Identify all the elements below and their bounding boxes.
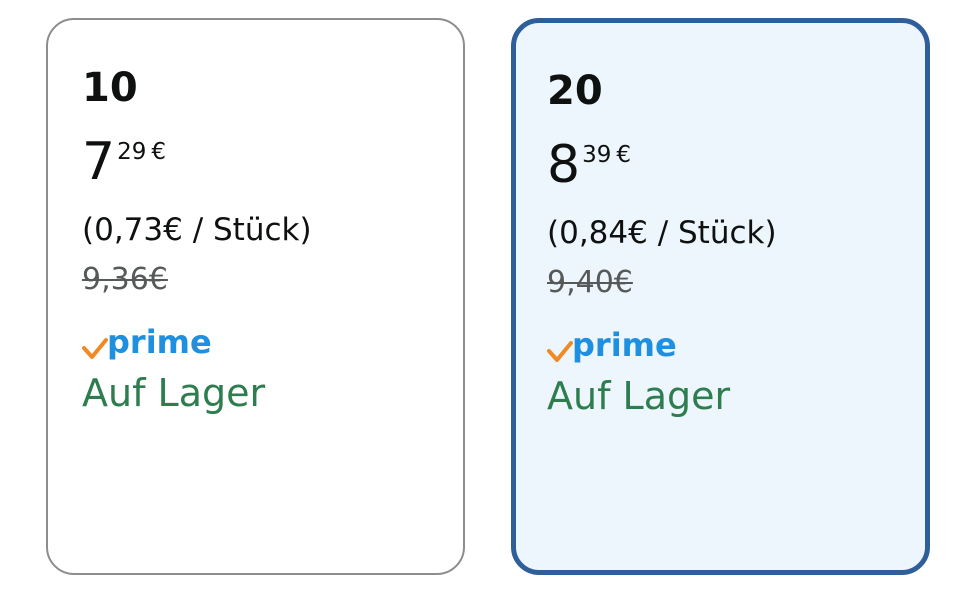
- quantity-option-card-20[interactable]: 20 839 € (0,84€ / Stück) 9,40€ prime Auf …: [511, 18, 930, 575]
- checkmark-icon: [547, 341, 573, 362]
- availability-status: Auf Lager: [547, 374, 731, 418]
- price-fraction: 39: [582, 142, 612, 168]
- quantity-option-card-10[interactable]: 10 729 € (0,73€ / Stück) 9,36€ prime Auf …: [46, 18, 465, 575]
- checkmark-icon: [82, 338, 108, 359]
- prime-label: prime: [572, 326, 677, 364]
- price: 839 €: [547, 135, 631, 195]
- quantity-label: 20: [547, 68, 603, 114]
- availability-status: Auf Lager: [82, 371, 266, 415]
- price-currency: €: [616, 142, 632, 168]
- price: 729 €: [82, 132, 166, 192]
- price-currency: €: [151, 139, 167, 165]
- list-price: 9,36€: [82, 262, 168, 297]
- quantity-label: 10: [82, 65, 138, 111]
- price-whole: 8: [547, 135, 581, 195]
- price-whole: 7: [82, 132, 116, 192]
- unit-price: (0,73€ / Stück): [82, 212, 312, 248]
- list-price: 9,40€: [547, 265, 633, 300]
- unit-price: (0,84€ / Stück): [547, 215, 777, 251]
- prime-label: prime: [107, 323, 212, 361]
- price-fraction: 29: [117, 139, 147, 165]
